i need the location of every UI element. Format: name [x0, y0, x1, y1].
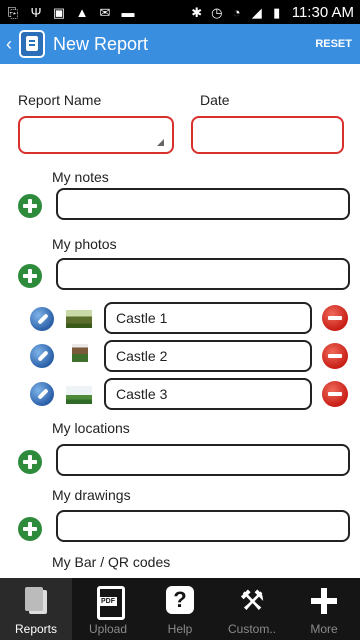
- remove-photo-button[interactable]: [322, 381, 348, 407]
- photo-caption-field[interactable]: [104, 378, 312, 410]
- battery-icon: ▮: [273, 4, 281, 20]
- usb-icon: Ψ: [30, 4, 42, 20]
- signal-icon: ◢: [251, 4, 262, 20]
- add-location-button[interactable]: [18, 450, 42, 474]
- status-left: ⎘ Ψ ▣ ▲ ✉ ▬: [6, 5, 135, 19]
- image-icon: ▣: [52, 4, 66, 20]
- report-name-field[interactable]: [18, 116, 174, 154]
- remove-photo-button[interactable]: [322, 305, 348, 331]
- nav-help[interactable]: ? Help: [144, 578, 216, 640]
- media-icon: ▬: [121, 4, 135, 20]
- add-note-button[interactable]: [18, 194, 42, 218]
- notes-label: My notes: [52, 169, 109, 185]
- alarm-icon: ◷: [211, 4, 223, 20]
- action-bar: ‹ New Report RESET: [0, 24, 360, 64]
- photo-caption-input[interactable]: [106, 342, 310, 370]
- photo-caption-input[interactable]: [106, 380, 310, 408]
- edit-photo-button[interactable]: [30, 382, 54, 406]
- locations-label: My locations: [52, 420, 130, 436]
- locations-input[interactable]: [58, 446, 348, 474]
- status-bar: ⎘ Ψ ▣ ▲ ✉ ▬ ✱ ◷ ◔ ◢ ▮ 11:30 AM: [0, 0, 360, 24]
- dropdown-corner-icon: [157, 139, 164, 146]
- add-drawing-button[interactable]: [18, 517, 42, 541]
- castle-photo-thumbnail[interactable]: [72, 344, 88, 362]
- status-right: ✱ ◷ ◔ ◢ ▮ 11:30 AM: [190, 4, 354, 21]
- bottom-nav: Reports PDF Upload ? Help ⚒ Custom.. Mor…: [0, 578, 360, 640]
- back-chevron-icon[interactable]: ‹: [2, 24, 16, 64]
- report-form: Report Name Date My notes My photos My l…: [0, 64, 360, 578]
- report-app-icon[interactable]: [19, 30, 45, 58]
- nav-label: More: [310, 622, 338, 636]
- date-input[interactable]: [193, 118, 342, 152]
- pdf-icon: PDF: [91, 584, 125, 620]
- photo-caption-input[interactable]: [106, 304, 310, 332]
- wifi-icon: ◔: [232, 4, 241, 20]
- reports-icon: [19, 584, 53, 618]
- edit-photo-button[interactable]: [30, 344, 54, 368]
- gmail-icon: ✉: [99, 4, 111, 20]
- remove-photo-button[interactable]: [322, 343, 348, 369]
- add-photo-button[interactable]: [18, 264, 42, 288]
- status-time: 11:30 AM: [291, 3, 354, 21]
- nav-custom[interactable]: ⚒ Custom..: [216, 578, 288, 640]
- nav-upload[interactable]: PDF Upload: [72, 578, 144, 640]
- photos-field[interactable]: [56, 258, 350, 290]
- photos-input[interactable]: [58, 260, 348, 288]
- help-icon: ?: [163, 584, 197, 618]
- tools-icon: ⚒: [239, 585, 265, 616]
- page-title: New Report: [53, 33, 149, 54]
- nav-reports[interactable]: Reports: [0, 578, 72, 640]
- drawings-input[interactable]: [58, 512, 348, 540]
- nav-label: Reports: [14, 622, 58, 636]
- nav-more[interactable]: More: [288, 578, 360, 640]
- report-name-input[interactable]: [20, 118, 172, 152]
- locations-field[interactable]: [56, 444, 350, 476]
- photos-label: My photos: [52, 236, 117, 252]
- photo-caption-field[interactable]: [104, 302, 312, 334]
- codes-label: My Bar / QR codes: [52, 554, 171, 570]
- drawings-field[interactable]: [56, 510, 350, 542]
- nav-label: Help: [167, 622, 193, 636]
- nav-label: Upload: [88, 622, 128, 636]
- date-label: Date: [200, 92, 230, 108]
- notes-input[interactable]: [58, 190, 348, 218]
- report-name-label: Report Name: [18, 92, 102, 108]
- nav-label: Custom..: [227, 622, 276, 636]
- edit-photo-button[interactable]: [30, 307, 54, 331]
- date-field[interactable]: [191, 116, 344, 154]
- plus-icon: [307, 584, 341, 618]
- drawings-label: My drawings: [52, 487, 131, 503]
- photo-caption-field[interactable]: [104, 340, 312, 372]
- reset-button[interactable]: RESET: [315, 38, 352, 50]
- castle-photo-thumbnail[interactable]: [66, 386, 92, 404]
- notes-field[interactable]: [56, 188, 350, 220]
- warning-icon: ▲: [75, 4, 89, 20]
- usb-debug-icon: ⎘: [7, 4, 19, 20]
- bluetooth-icon: ✱: [191, 4, 203, 20]
- castle-photo-thumbnail[interactable]: [66, 310, 92, 328]
